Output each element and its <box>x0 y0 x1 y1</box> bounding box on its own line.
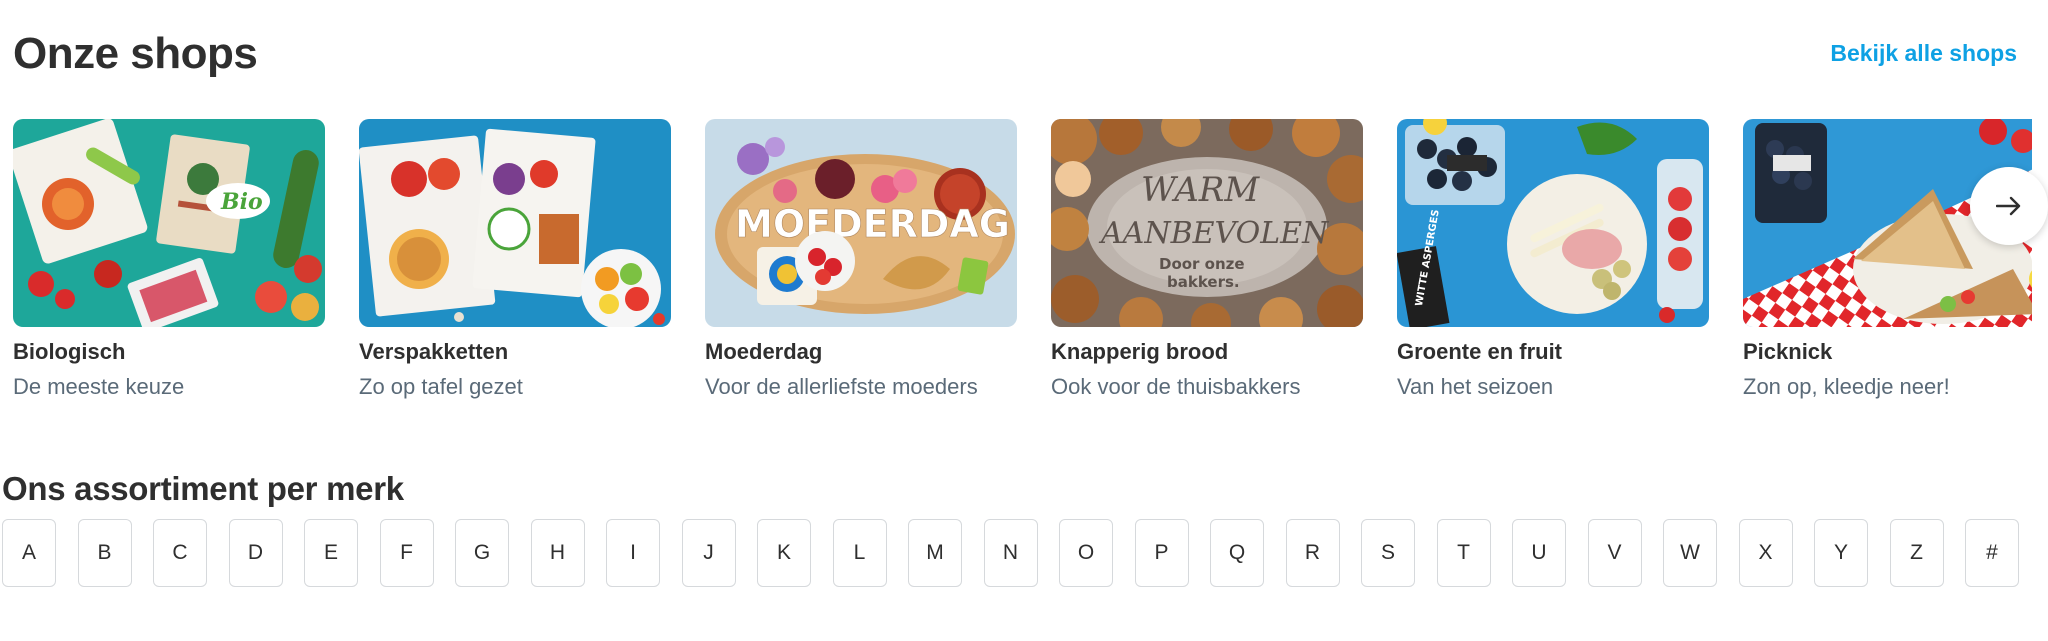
shop-card-title: Groente en fruit <box>1397 339 1563 364</box>
brand-letter-r[interactable]: R <box>1285 519 1340 587</box>
brand-letter-s[interactable]: S <box>1361 519 1415 587</box>
warm-text: WARM <box>1141 170 1260 210</box>
shop-card-subtitle: Zon op, kleedje neer! <box>1743 374 1950 399</box>
brand-letter-k[interactable]: K <box>757 519 811 587</box>
groente-en-fruit-image: WITTE ASPERGES <box>1397 119 1709 327</box>
brands-title: Ons assortiment per merk <box>2 470 404 507</box>
brand-letter-m[interactable]: M <box>908 519 962 587</box>
moederdag-text: MOEDERDAG <box>735 202 1010 246</box>
brand-letter-d[interactable]: D <box>228 519 283 587</box>
brand-letter-b[interactable]: B <box>77 519 132 587</box>
shop-card-biologisch[interactable]: Bio Biologisch De meeste keuze <box>13 119 325 419</box>
brand-letter-p[interactable]: P <box>1134 519 1189 587</box>
view-all-shops-link[interactable]: Bekijk alle shops <box>1830 40 2017 67</box>
brand-letter-y[interactable]: Y <box>1814 519 1868 587</box>
brand-letter-q[interactable]: Q <box>1210 519 1264 587</box>
brand-letter-o[interactable]: O <box>1059 519 1113 587</box>
brand-letter-t[interactable]: T <box>1436 519 1491 587</box>
shop-card-title: Biologisch <box>13 339 126 364</box>
brand-letter-u[interactable]: U <box>1512 519 1566 587</box>
shop-card-title: Moederdag <box>705 339 823 364</box>
brand-letter-v[interactable]: V <box>1587 519 1642 587</box>
shop-card-image <box>359 119 671 327</box>
bio-text: Bio <box>220 189 263 215</box>
shop-card-verspakketten[interactable]: Verspakketten Zo op tafel gezet <box>359 119 671 419</box>
bakkers-text: bakkers. <box>1167 273 1240 291</box>
brand-letter-j[interactable]: J <box>681 519 736 587</box>
shop-card-subtitle: De meeste keuze <box>13 374 185 399</box>
shops-carousel: Bio Biologisch De meeste keuze Verspakke… <box>13 119 2032 419</box>
shop-card-subtitle: Zo op tafel gezet <box>359 374 523 399</box>
brand-letter-g[interactable]: G <box>455 519 509 587</box>
brand-letter-c[interactable]: C <box>153 519 207 587</box>
carousel-next-button[interactable] <box>1970 167 2048 245</box>
brand-letter-f[interactable]: F <box>379 519 434 587</box>
brand-letter-index: A B C D E F G H I J K L M N O P Q R S T … <box>2 519 2046 589</box>
shops-title: Onze shops <box>13 29 258 78</box>
aanbevolen-text: AANBEVOLEN <box>1098 216 1330 251</box>
shop-card-title: Knapperig brood <box>1051 339 1229 364</box>
verspakketten-image <box>359 119 671 327</box>
brand-letter-hash[interactable]: # <box>1965 519 2019 587</box>
shop-card-image: WARM AANBEVOLEN Door onze bakkers. <box>1051 119 1363 327</box>
door-onze-text: Door onze <box>1159 255 1245 273</box>
arrow-right-icon <box>1996 196 2021 216</box>
brand-letter-n[interactable]: N <box>983 519 1038 587</box>
brand-letter-z[interactable]: Z <box>1889 519 1944 587</box>
shop-card-image: MOEDERDAG <box>705 119 1017 327</box>
shops-header: Onze shops Bekijk alle shops <box>13 24 2017 84</box>
shop-card-knapperig-brood[interactable]: WARM AANBEVOLEN Door onze bakkers. Knapp… <box>1051 119 1363 419</box>
shop-card-title: Verspakketten <box>359 339 509 364</box>
shop-card-image: Bio <box>13 119 325 327</box>
brand-letter-i[interactable]: I <box>606 519 660 587</box>
moederdag-image: MOEDERDAG <box>705 119 1017 327</box>
shop-card-moederdag[interactable]: MOEDERDAG Moederdag Voor de allerliefste… <box>705 119 1017 419</box>
brand-letter-a[interactable]: A <box>2 519 56 587</box>
shop-card-subtitle: Van het seizoen <box>1397 374 1554 399</box>
brand-letter-h[interactable]: H <box>530 519 585 587</box>
brand-letter-w[interactable]: W <box>1663 519 1717 587</box>
brand-letter-l[interactable]: L <box>832 519 887 587</box>
knapperig-brood-image: WARM AANBEVOLEN Door onze bakkers. <box>1051 119 1363 327</box>
brand-letter-x[interactable]: X <box>1738 519 1793 587</box>
shop-card-subtitle: Ook voor de thuisbakkers <box>1051 374 1301 399</box>
shop-card-picknick[interactable]: Picknick Zon op, kleedje neer! <box>1743 119 2032 419</box>
shop-card-title: Picknick <box>1743 339 1833 364</box>
shop-card-image: WITTE ASPERGES <box>1397 119 1709 327</box>
shop-card-subtitle: Voor de allerliefste moeders <box>705 374 978 399</box>
shop-card-groente-en-fruit[interactable]: WITTE ASPERGES Groente en fruit Van het … <box>1397 119 1709 419</box>
brand-letter-e[interactable]: E <box>304 519 358 587</box>
biologisch-image: Bio <box>13 119 325 327</box>
